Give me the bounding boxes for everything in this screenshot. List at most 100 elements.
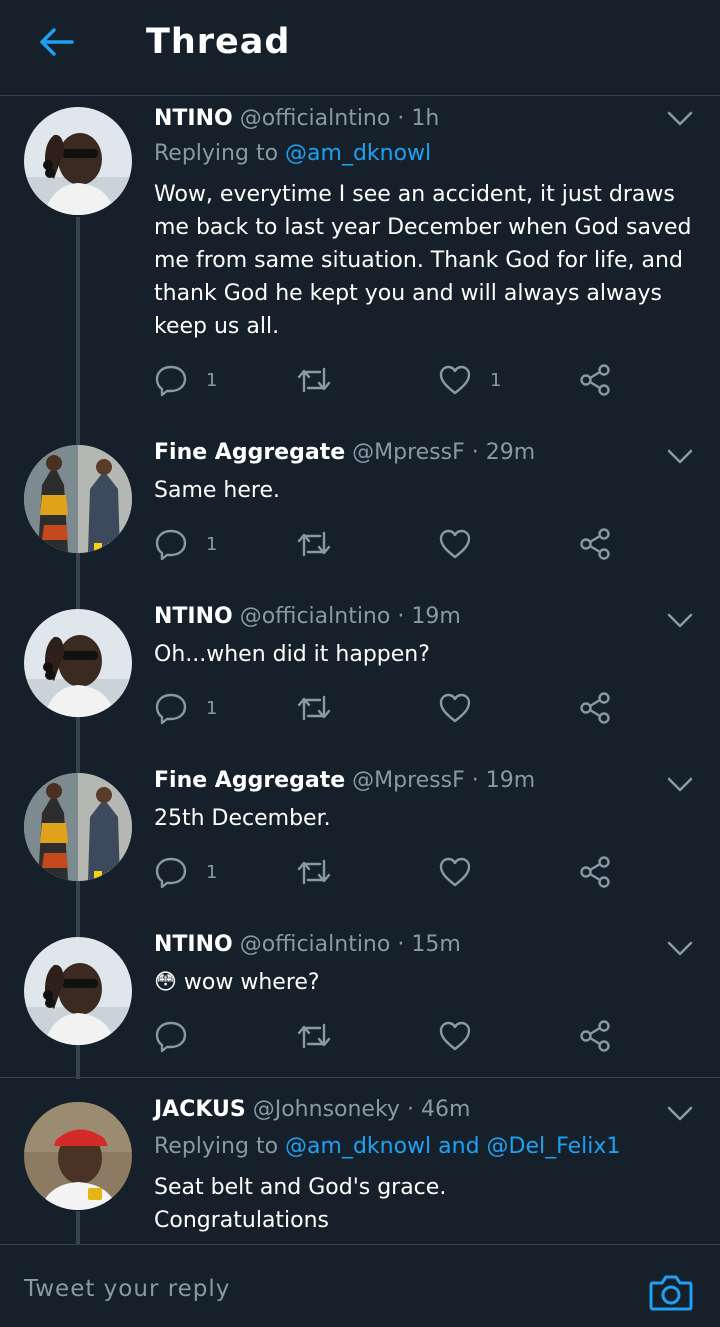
avatar[interactable] xyxy=(24,609,132,717)
replying-to: Replying to @am_dknowl and @Del_Felix1 xyxy=(154,1134,620,1159)
retweet-button[interactable] xyxy=(296,360,332,400)
author-handle[interactable]: @officialntino xyxy=(240,106,391,131)
tweet-menu-button[interactable] xyxy=(664,773,696,797)
reply-icon xyxy=(155,1021,187,1053)
tweet-actions xyxy=(154,1016,624,1056)
like-button[interactable] xyxy=(438,1016,490,1056)
avatar[interactable] xyxy=(24,107,132,215)
chevron-down-icon xyxy=(667,1106,693,1121)
author-name[interactable]: JACKUS xyxy=(154,1097,246,1122)
chevron-down-icon xyxy=(667,777,693,792)
replying-to-label: Replying to xyxy=(154,1134,286,1159)
retweet-button[interactable] xyxy=(296,688,332,728)
author-handle[interactable]: @MpressF xyxy=(352,440,465,465)
avatar[interactable] xyxy=(24,445,132,553)
share-icon xyxy=(580,692,610,724)
reply-count: 1 xyxy=(206,369,218,391)
retweet-icon xyxy=(297,695,331,721)
author-name[interactable]: NTINO xyxy=(154,604,233,629)
retweet-icon xyxy=(297,531,331,557)
share-button[interactable] xyxy=(578,1016,612,1056)
heart-icon xyxy=(439,1021,471,1051)
timestamp: 29m xyxy=(485,440,536,465)
reply-button[interactable]: 1 xyxy=(154,852,217,892)
retweet-icon xyxy=(297,367,331,393)
replying-to: Replying to @am_dknowl xyxy=(154,141,431,166)
page-title: Thread xyxy=(146,22,291,62)
avatar[interactable] xyxy=(24,773,132,881)
tweet-actions: 1 1 xyxy=(154,360,624,400)
thread-connector-line xyxy=(76,1211,80,1244)
author-handle[interactable]: @Johnsoneky xyxy=(253,1097,400,1122)
heart-icon xyxy=(439,857,471,887)
reply-icon xyxy=(155,693,187,725)
timestamp: 46m xyxy=(420,1097,471,1122)
reply-composer xyxy=(0,1244,720,1327)
tweet-reply-input[interactable] xyxy=(24,1269,624,1309)
tweet-menu-button[interactable] xyxy=(664,937,696,961)
tweet-menu-button[interactable] xyxy=(664,1102,696,1126)
author-name[interactable]: Fine Aggregate xyxy=(154,768,345,793)
chevron-down-icon xyxy=(667,449,693,464)
like-button[interactable] xyxy=(438,524,490,564)
tweet-text: Seat belt and God's grace. Congratulatio… xyxy=(154,1175,447,1233)
back-button[interactable] xyxy=(30,20,82,64)
share-button[interactable] xyxy=(578,852,612,892)
timestamp: 19m xyxy=(411,604,461,629)
tweet-header: Fine Aggregate @MpressF · 19m xyxy=(154,768,535,793)
tweet-text: Wow, everytime I see an accident, it jus… xyxy=(154,182,692,339)
share-icon xyxy=(580,528,610,560)
avatar[interactable] xyxy=(24,937,132,1045)
like-button[interactable] xyxy=(438,852,490,892)
tweet-menu-button[interactable] xyxy=(664,445,696,469)
author-handle[interactable]: @officialntino xyxy=(240,932,391,957)
tweet-actions: 1 xyxy=(154,524,624,564)
reply-button[interactable]: 1 xyxy=(154,524,217,564)
reply-count: 1 xyxy=(206,697,218,719)
thread-feed[interactable]: NTINO @officialntino · 1h Replying to @a… xyxy=(0,97,720,1244)
replying-to-label: Replying to xyxy=(154,141,286,166)
separator-dot: · xyxy=(471,440,479,465)
retweet-button[interactable] xyxy=(296,852,332,892)
top-bar: Thread xyxy=(0,0,720,96)
tweet-menu-button[interactable] xyxy=(664,107,696,131)
reply-button[interactable] xyxy=(154,1016,206,1056)
author-name[interactable]: Fine Aggregate xyxy=(154,440,345,465)
tweet-menu-button[interactable] xyxy=(664,609,696,633)
reply-count: 1 xyxy=(206,861,218,883)
share-button[interactable] xyxy=(578,360,612,400)
author-name[interactable]: NTINO xyxy=(154,106,233,131)
share-button[interactable] xyxy=(578,688,612,728)
avatar[interactable] xyxy=(24,1102,132,1210)
heart-icon xyxy=(439,693,471,723)
timestamp: 1h xyxy=(411,106,440,131)
tweet-header: NTINO @officialntino · 1h xyxy=(154,106,439,131)
author-name[interactable]: NTINO xyxy=(154,932,233,957)
retweet-button[interactable] xyxy=(296,1016,332,1056)
chevron-down-icon xyxy=(667,941,693,956)
mention-link[interactable]: @am_dknowl xyxy=(285,141,431,166)
chevron-down-icon xyxy=(667,613,693,628)
like-button[interactable] xyxy=(438,688,490,728)
reply-button[interactable]: 1 xyxy=(154,688,217,728)
like-button[interactable]: 1 xyxy=(438,360,501,400)
retweet-button[interactable] xyxy=(296,524,332,564)
reply-button[interactable]: 1 xyxy=(154,360,217,400)
tweet-header: NTINO @officialntino · 19m xyxy=(154,604,461,629)
separator-dot: · xyxy=(397,106,405,131)
author-handle[interactable]: @officialntino xyxy=(240,604,391,629)
tweet-text: Same here. xyxy=(154,478,280,503)
camera-button[interactable] xyxy=(648,1273,694,1313)
like-count: 1 xyxy=(490,369,502,391)
tweet-header: NTINO @officialntino · 15m xyxy=(154,932,461,957)
heart-icon xyxy=(439,529,471,559)
author-handle[interactable]: @MpressF xyxy=(352,768,465,793)
separator-dot: · xyxy=(397,932,405,957)
mention-link[interactable]: @am_dknowl and @Del_Felix1 xyxy=(285,1134,620,1159)
separator-dot: · xyxy=(397,604,405,629)
camera-icon xyxy=(649,1275,693,1311)
tweet-actions: 1 xyxy=(154,688,624,728)
share-button[interactable] xyxy=(578,524,612,564)
heart-icon xyxy=(439,365,471,395)
reply-count: 1 xyxy=(206,533,218,555)
